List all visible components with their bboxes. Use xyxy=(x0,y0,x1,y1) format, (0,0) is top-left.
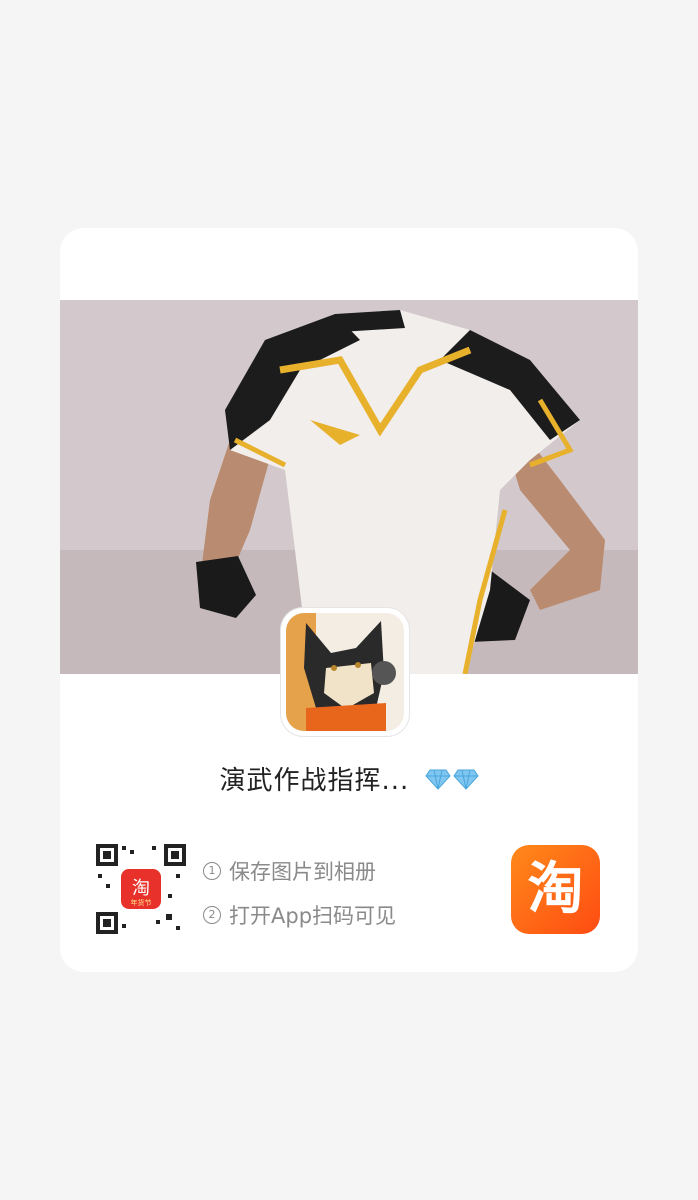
diamond-icon xyxy=(424,767,451,797)
step-item: 2 打开App扫码可见 xyxy=(203,894,396,938)
shop-title-row: 演武作战指挥... xyxy=(60,760,638,797)
step-number: 2 xyxy=(203,906,221,924)
share-card: 演武作战指挥... 淘 年货节 1 保存图片到相册 2 打开App扫码可见 淘 xyxy=(60,228,638,972)
qr-center-logo: 淘 xyxy=(132,878,150,899)
shop-avatar[interactable] xyxy=(281,608,409,736)
step-text: 打开App扫码可见 xyxy=(229,904,397,928)
avatar-image xyxy=(286,613,404,731)
step-text: 保存图片到相册 xyxy=(229,860,376,884)
taobao-app-icon: 淘 xyxy=(511,845,600,934)
instructions: 1 保存图片到相册 2 打开App扫码可见 xyxy=(203,850,396,938)
shop-name: 演武作战指挥... xyxy=(219,766,410,796)
qr-center-sub: 年货节 xyxy=(131,898,152,907)
step-item: 1 保存图片到相册 xyxy=(203,850,396,894)
step-number: 1 xyxy=(203,862,221,880)
qr-code: 淘 年货节 xyxy=(96,844,186,934)
diamond-icon xyxy=(452,767,479,797)
